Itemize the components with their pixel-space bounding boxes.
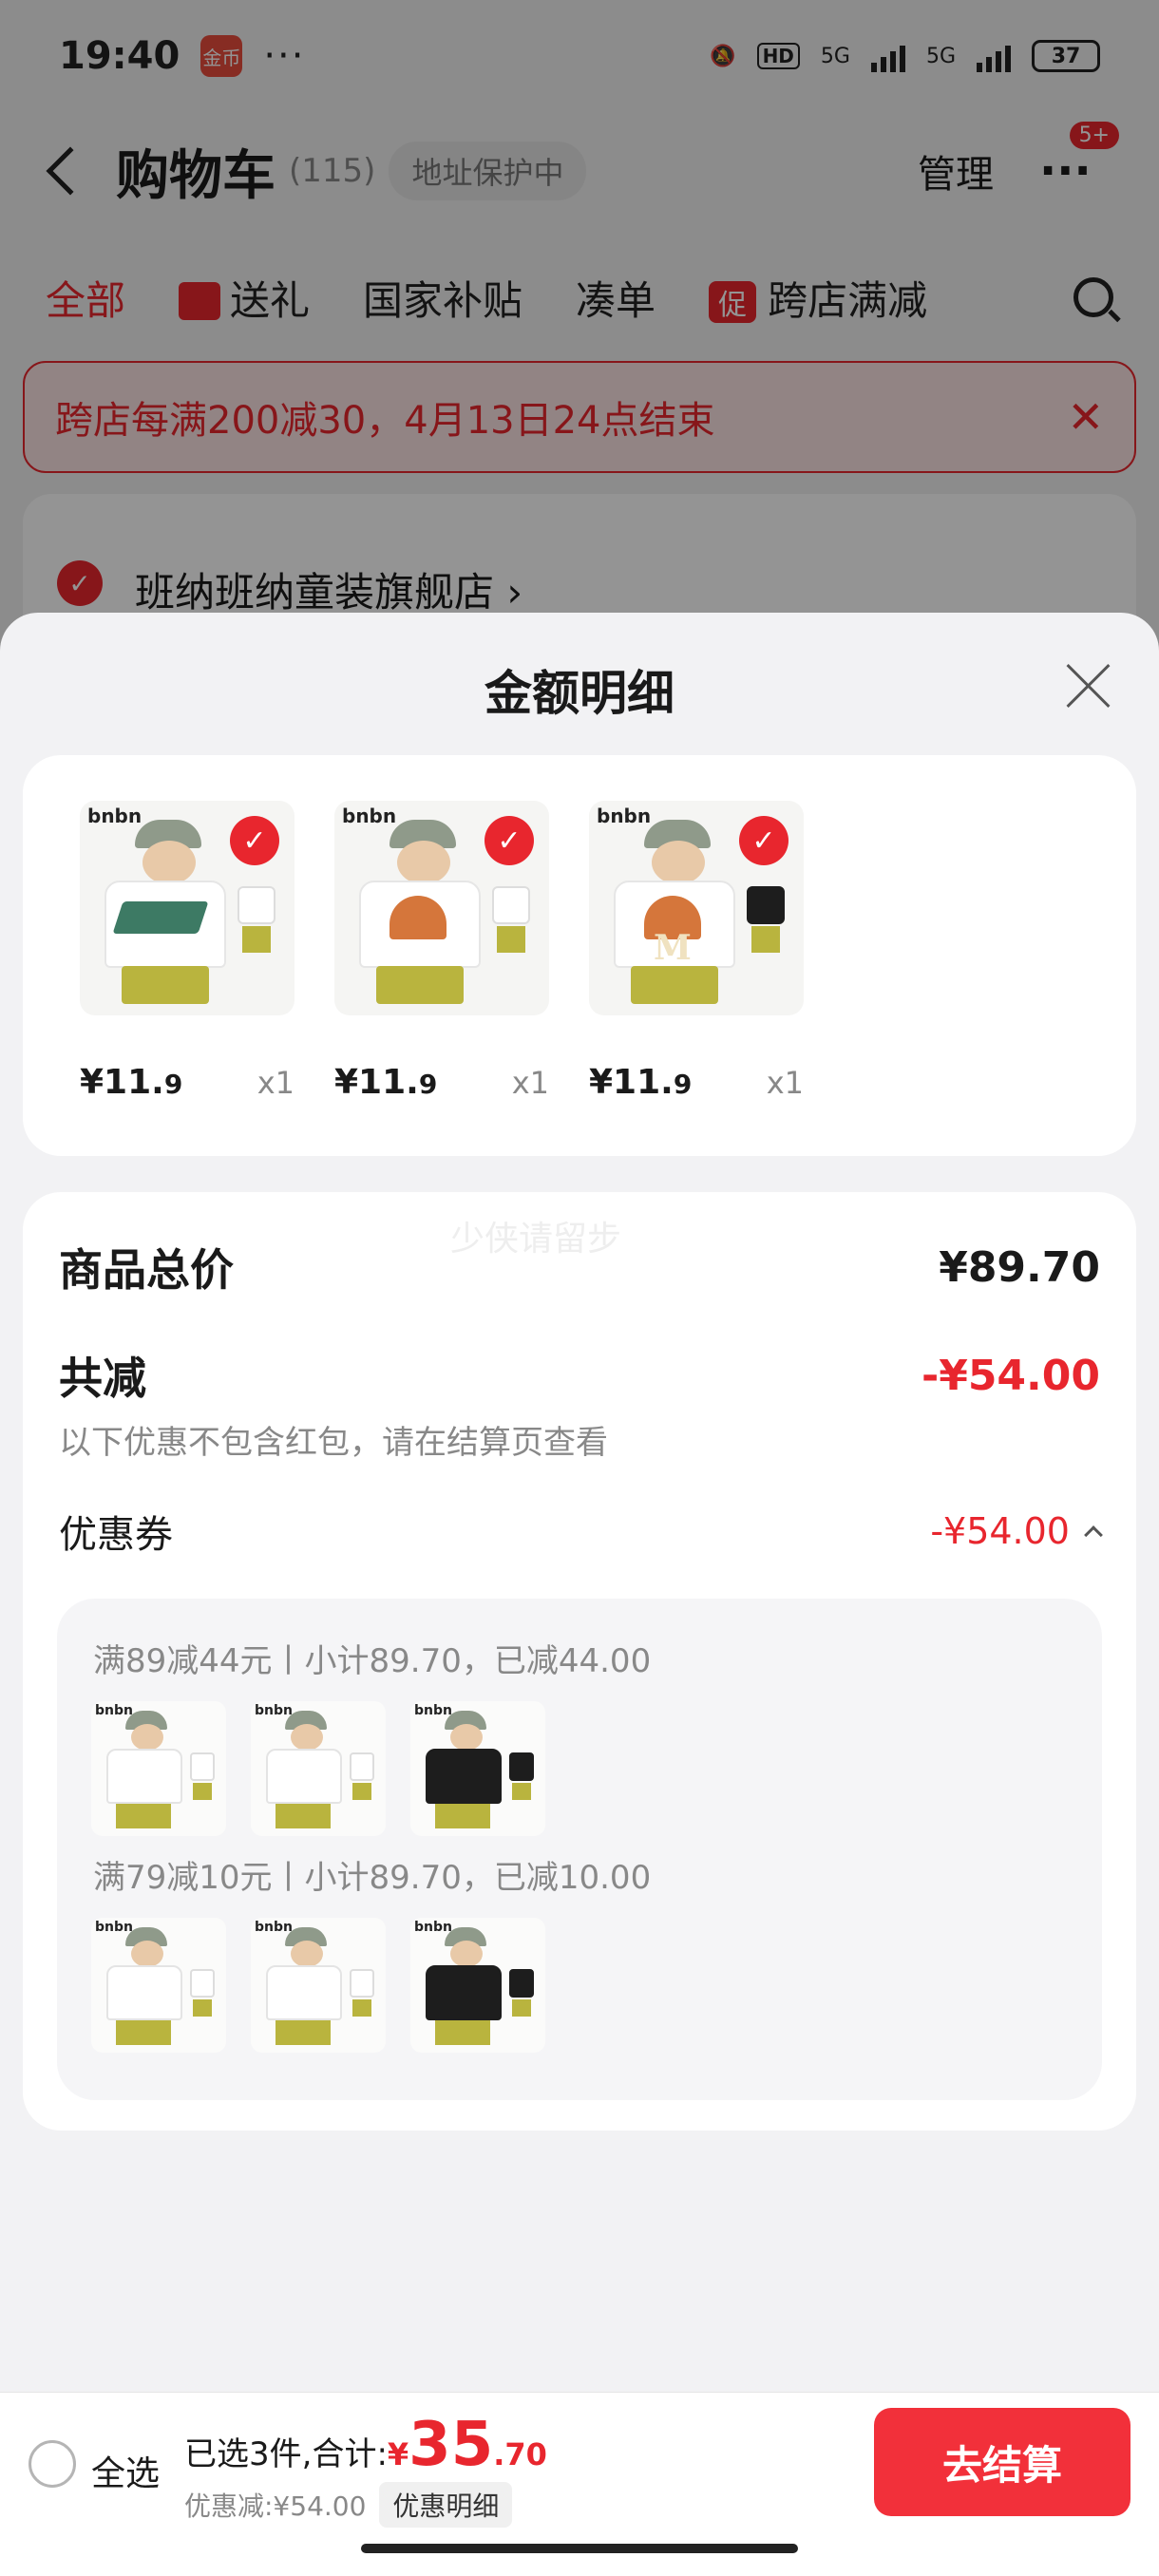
coupon-product-thumb: bnbn <box>91 1701 226 1836</box>
coupon-value: -¥54.00 <box>930 1510 1070 1552</box>
select-all-label[interactable]: 全选 <box>91 2446 160 2495</box>
coupon-product-thumb: bnbn <box>91 1918 226 2053</box>
product-item[interactable]: bnbn ✓ ¥11. 9 x1 <box>80 801 294 1102</box>
close-icon[interactable] <box>1064 662 1112 710</box>
brand-logo: bnbn <box>342 805 397 827</box>
total-price-label: 商品总价 <box>59 1244 234 1296</box>
coupon-product-thumb: bnbn <box>410 1918 545 2053</box>
product-price-decimal: 9 <box>418 1069 438 1100</box>
coupon-product-thumb: bnbn <box>251 1918 386 2053</box>
product-item[interactable]: bnbn M ✓ ¥11. 9 x1 <box>589 801 804 1102</box>
price-detail-card: 少侠请留步 商品总价 ¥89.70 共减 -¥54.00 以下优惠不包含红包，请… <box>23 1192 1136 2131</box>
home-indicator[interactable] <box>361 2544 798 2553</box>
product-quantity: x1 <box>511 1065 549 1101</box>
checkout-bar: 全选 已选3件,合计: ¥ 35 .70 优惠减:¥54.00 优惠明细 去结算 <box>0 2392 1159 2534</box>
coupon-rule-2: 满79减10元丨小计89.70，已减10.00 <box>93 1859 652 1897</box>
product-quantity: x1 <box>766 1065 804 1101</box>
subtotal-decimal: .70 <box>493 2436 547 2472</box>
product-image: bnbn ✓ <box>80 801 294 1015</box>
product-price-row: ¥11. 9 x1 <box>334 1063 549 1102</box>
brand-logo: bnbn <box>597 805 652 827</box>
coupon-breakdown: 满89减44元丨小计89.70，已减44.00 bnbn bnbn bnbn 满… <box>57 1599 1102 2100</box>
product-quantity: x1 <box>256 1065 294 1101</box>
coupon-product-thumb: bnbn <box>410 1701 545 1836</box>
checked-icon[interactable]: ✓ <box>484 816 534 865</box>
coupon-row[interactable]: 优惠券 -¥54.00 <box>59 1504 1103 1559</box>
total-price-value: ¥89.70 <box>939 1242 1100 1292</box>
sheet-title: 金额明细 <box>484 666 674 721</box>
subtotal-currency: ¥ <box>387 2436 409 2472</box>
subtotal-label: 已选3件,合计: <box>184 2435 388 2473</box>
amount-detail-sheet: 金额明细 bnbn ✓ ¥11. 9 x1 bnbn ✓ ¥11. 9 x1 b… <box>0 613 1159 2398</box>
checked-icon[interactable]: ✓ <box>230 816 279 865</box>
total-discount-value: -¥54.00 <box>921 1351 1100 1400</box>
shirt-print <box>112 901 209 934</box>
coupon-rule-1: 满89减44元丨小计89.70，已减44.00 <box>93 1642 652 1680</box>
product-image: bnbn M ✓ <box>589 801 804 1015</box>
discount-amount: 优惠减:¥54.00 <box>184 2491 367 2522</box>
total-price-row: 商品总价 ¥89.70 <box>59 1236 1100 1298</box>
gesture-area <box>0 2534 1159 2576</box>
discount-line: 优惠减:¥54.00 优惠明细 <box>184 2482 513 2528</box>
product-price: ¥11. <box>80 1063 164 1102</box>
discount-detail-button[interactable]: 优惠明细 <box>379 2482 513 2528</box>
product-price-row: ¥11. 9 x1 <box>80 1063 294 1102</box>
coupon-label: 优惠券 <box>59 1513 173 1557</box>
chevron-up-icon <box>1084 1525 1103 1544</box>
checked-icon[interactable]: ✓ <box>739 816 788 865</box>
product-price: ¥11. <box>334 1063 419 1102</box>
product-price-row: ¥11. 9 x1 <box>589 1063 804 1102</box>
product-price-decimal: 9 <box>163 1069 183 1100</box>
product-price: ¥11. <box>589 1063 674 1102</box>
selected-products-card: bnbn ✓ ¥11. 9 x1 bnbn ✓ ¥11. 9 x1 bnbn M… <box>23 755 1136 1156</box>
product-item[interactable]: bnbn ✓ ¥11. 9 x1 <box>334 801 549 1102</box>
brand-logo: bnbn <box>87 805 142 827</box>
subtotal-line: 已选3件,合计: ¥ 35 .70 <box>184 2410 547 2480</box>
dim-overlay[interactable] <box>0 0 1159 665</box>
discount-note: 以下优惠不包含红包，请在结算页查看 <box>59 1424 608 1462</box>
product-price-decimal: 9 <box>673 1069 693 1100</box>
product-image: bnbn ✓ <box>334 801 549 1015</box>
subtotal-amount: 35 <box>408 2410 494 2480</box>
total-discount-row: 共减 -¥54.00 <box>59 1344 1100 1407</box>
select-all-radio[interactable] <box>28 2440 76 2488</box>
checkout-button[interactable]: 去结算 <box>874 2408 1130 2516</box>
coupon-product-thumb: bnbn <box>251 1701 386 1836</box>
total-discount-label: 共减 <box>59 1353 146 1404</box>
shirt-print-letter: M <box>654 928 692 968</box>
